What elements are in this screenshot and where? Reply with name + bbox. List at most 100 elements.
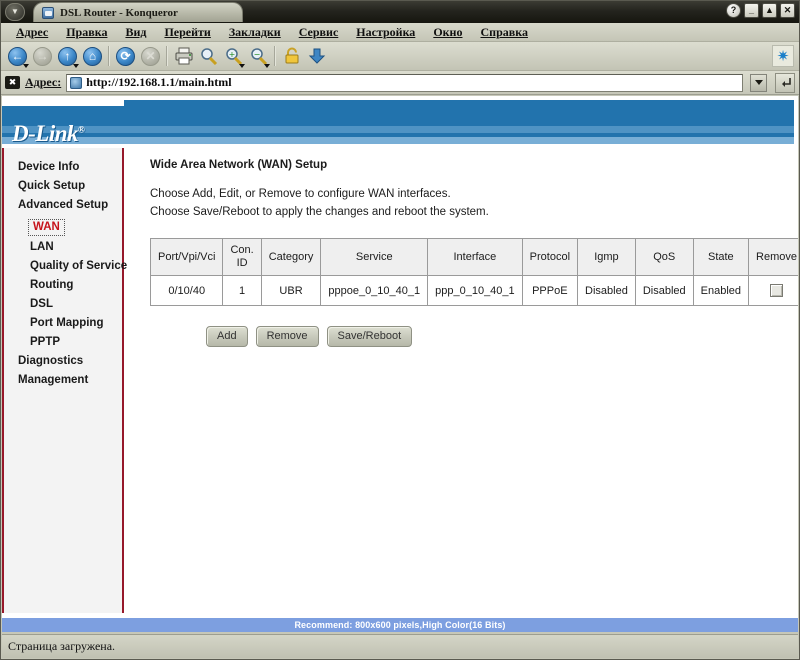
sidebar-item-routing[interactable]: Routing	[4, 276, 122, 295]
table-header-row: Port/Vpi/Vci Con. ID Category Service Int…	[149, 238, 798, 276]
window-menu-icon[interactable]: ▼	[5, 3, 25, 21]
sidebar-item-device-info[interactable]: Device Info	[4, 158, 122, 177]
cell-protocol: PPPoE	[521, 275, 579, 306]
chevron-down-icon	[754, 80, 763, 85]
menu-adres[interactable]: Адрес	[7, 24, 57, 41]
sidebar-item-quick-setup[interactable]: Quick Setup	[4, 177, 122, 196]
menu-zakladki[interactable]: Закладки	[220, 24, 290, 41]
sidebar-item-pptp[interactable]: PPTP	[4, 333, 122, 352]
go-button[interactable]	[775, 72, 795, 93]
banner-white-notch	[2, 96, 124, 106]
cell-con-id: 1	[222, 275, 262, 306]
home-button[interactable]: ⌂	[80, 44, 105, 69]
menu-pereyti-label: Перейти	[164, 24, 211, 39]
col-con-id: Con. ID	[222, 238, 262, 276]
forward-arrow-icon: →	[33, 46, 52, 66]
recommend-bar: Recommend: 800x600 pixels,High Color(16 …	[2, 618, 798, 632]
col-protocol: Protocol	[521, 238, 579, 276]
zoom-out-button[interactable]: −	[246, 44, 271, 69]
print-button[interactable]	[171, 44, 196, 69]
home-icon: ⌂	[83, 46, 102, 66]
security-button[interactable]	[279, 44, 304, 69]
cell-port-vpi-vci: 0/10/40	[149, 275, 224, 306]
location-url-text: http://192.168.1.1/main.html	[86, 75, 232, 89]
help-button[interactable]: ?	[726, 3, 741, 18]
reload-button[interactable]: ⟳	[113, 44, 138, 69]
zoom-out-dropdown-icon[interactable]	[264, 63, 270, 68]
col-service: Service	[320, 238, 429, 276]
intro-line-1: Choose Add, Edit, or Remove to configure…	[150, 188, 451, 200]
remove-button[interactable]: Remove	[255, 326, 319, 347]
toolbar-separator	[274, 46, 276, 66]
sidebar-item-management[interactable]: Management	[4, 371, 122, 390]
banner-stripe-light	[2, 137, 794, 144]
wan-interfaces-table: Port/Vpi/Vci Con. ID Category Service Int…	[149, 238, 798, 306]
location-history-dropdown[interactable]	[750, 73, 767, 92]
printer-icon	[175, 47, 192, 65]
forward-button: →	[30, 44, 55, 69]
menu-nastroyka[interactable]: Настройка	[347, 24, 424, 41]
sidebar-item-port-mapping[interactable]: Port Mapping	[4, 314, 122, 333]
col-remove: Remove	[748, 238, 798, 276]
col-qos: QoS	[634, 238, 694, 276]
cell-category: UBR	[260, 275, 322, 306]
downloads-button[interactable]	[304, 44, 329, 69]
action-buttons: Add Remove Save/Reboot	[206, 326, 798, 347]
find-button[interactable]	[196, 44, 221, 69]
add-button[interactable]: Add	[206, 326, 248, 347]
remove-checkbox[interactable]	[770, 284, 783, 297]
clear-location-icon[interactable]: ✖	[5, 76, 20, 89]
up-dropdown-icon[interactable]	[73, 63, 79, 68]
cell-qos: Disabled	[634, 275, 694, 306]
up-button[interactable]: ↑	[55, 44, 80, 69]
konqueror-gear-icon[interactable]: ✷	[772, 45, 794, 67]
menu-vid-label: Вид	[125, 24, 147, 39]
menu-okno-label: Окно	[433, 24, 463, 39]
konqueror-window: ▼ DSL Router - Konqueror ? _ ▲ ✕ Адрес П…	[0, 0, 800, 660]
sidebar-item-advanced-setup[interactable]: Advanced Setup	[4, 196, 122, 215]
save-reboot-button[interactable]: Save/Reboot	[326, 326, 413, 347]
location-label-text: Адрес:	[25, 75, 62, 89]
back-button[interactable]: ←	[5, 44, 30, 69]
sidebar-item-quality-of-service[interactable]: Quality of Service	[4, 257, 127, 276]
stop-button: ✕	[138, 44, 163, 69]
menu-pravka[interactable]: Правка	[57, 24, 116, 41]
location-label: Адрес:	[25, 75, 61, 90]
menu-spravka-label: Справка	[480, 24, 528, 39]
minimize-button[interactable]: _	[744, 3, 759, 18]
window-title: DSL Router - Konqueror	[60, 6, 178, 19]
main-content: Wide Area Network (WAN) Setup Choose Add…	[124, 148, 798, 613]
location-input[interactable]: http://192.168.1.1/main.html	[66, 73, 743, 92]
cell-state: Enabled	[692, 275, 750, 306]
back-dropdown-icon[interactable]	[23, 63, 29, 68]
sidebar-item-diagnostics[interactable]: Diagnostics	[4, 352, 122, 371]
window-tab[interactable]: DSL Router - Konqueror	[33, 2, 243, 22]
menu-vid[interactable]: Вид	[116, 24, 155, 41]
router-sidebar: Device Info Quick Setup Advanced Setup W…	[2, 148, 127, 613]
sidebar-item-wan[interactable]: WAN	[28, 219, 65, 236]
menu-pereyti[interactable]: Перейти	[155, 24, 219, 41]
menu-servis[interactable]: Сервис	[290, 24, 348, 41]
sidebar-item-lan[interactable]: LAN	[4, 238, 122, 257]
col-igmp: Igmp	[577, 238, 636, 276]
menu-nastroyka-label: Настройка	[356, 24, 416, 39]
status-text: Страница загружена.	[8, 639, 116, 653]
dlink-logo: D-Link®	[12, 121, 85, 147]
cell-service: pppoe_0_10_40_1	[320, 275, 429, 306]
close-button[interactable]: ✕	[780, 3, 795, 18]
intro-line-2: Choose Save/Reboot to apply the changes …	[150, 206, 489, 218]
dlink-banner: D-Link®	[2, 96, 798, 148]
statusbar: Страница загружена.	[2, 634, 798, 658]
menu-okno[interactable]: Окно	[424, 24, 471, 41]
menu-servis-label: Сервис	[298, 24, 339, 39]
menu-spravka[interactable]: Справка	[471, 24, 536, 41]
cell-igmp: Disabled	[577, 275, 636, 306]
sidebar-item-wan-wrap: WAN	[4, 215, 122, 238]
menu-zakladki-label: Закладки	[228, 24, 281, 39]
zoom-in-button[interactable]: +	[221, 44, 246, 69]
menubar: Адрес Правка Вид Перейти Закладки Сервис…	[1, 23, 799, 42]
col-port-vpi-vci: Port/Vpi/Vci	[149, 238, 224, 276]
sidebar-item-dsl[interactable]: DSL	[4, 295, 122, 314]
shade-button[interactable]: ▲	[762, 3, 777, 18]
zoom-in-dropdown-icon[interactable]	[239, 63, 245, 68]
